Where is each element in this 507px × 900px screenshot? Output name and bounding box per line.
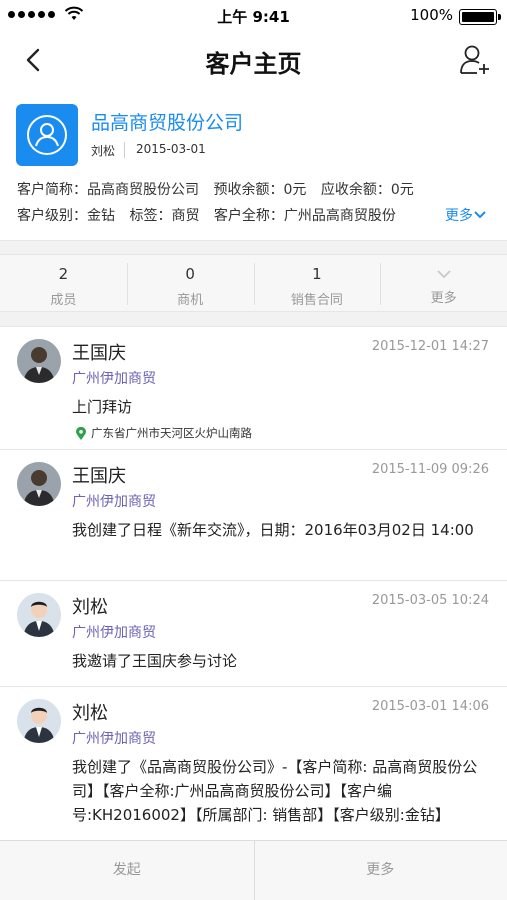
stat-label: 更多: [430, 291, 457, 306]
activity-feed: 王国庆 2015-12-01 14:27 广州伊加商贸 上门拜访 广东省广州市天…: [0, 326, 507, 840]
stat-value: 0: [185, 265, 195, 283]
chevron-down-icon: [436, 270, 451, 279]
back-icon[interactable]: [18, 44, 50, 76]
customer-owner: 刘松: [91, 144, 116, 158]
start-button[interactable]: 发起: [0, 841, 254, 900]
customer-header: 品高商贸股份公司 刘松 2015-03-01 客户简称：品高商贸股份公司 预收余…: [0, 88, 507, 240]
feed-time: 2015-03-01 14:06: [371, 699, 489, 714]
avatar[interactable]: [17, 593, 61, 637]
feed-company[interactable]: 广州伊加商贸: [72, 368, 156, 388]
feed-author: 刘松: [72, 597, 108, 618]
battery-icon: [459, 9, 501, 25]
location-text: 广东省广州市天河区火炉山南路: [91, 426, 252, 440]
customer-tag: 标签：商贸: [129, 208, 200, 224]
feed-content: 我创建了日程《新年交流》，日期：2016年03月02日 14:00: [72, 521, 474, 539]
stat-label: 成员: [50, 293, 77, 308]
feed-item[interactable]: 王国庆 2015-11-09 09:26 广州伊加商贸 我创建了日程《新年交流》…: [0, 450, 507, 581]
feed-location[interactable]: 广东省广州市天河区火炉山南路: [76, 425, 252, 441]
divider: [124, 142, 125, 158]
section-gap: [0, 312, 507, 326]
feed-author: 刘松: [72, 703, 108, 724]
feed-content: 上门拜访: [72, 398, 133, 416]
location-pin-icon: [76, 426, 86, 440]
customer-created-date: 2015-03-01: [136, 142, 206, 156]
battery-percent: 100%: [410, 6, 453, 24]
feed-content: 我邀请了王国庆参与讨论: [72, 652, 238, 670]
bottom-toolbar: 发起 更多: [0, 840, 507, 900]
customer-full-name: 客户全称：广州品高商贸股份: [213, 208, 396, 224]
feed-item[interactable]: 王国庆 2015-12-01 14:27 广州伊加商贸 上门拜访 广东省广州市天…: [0, 327, 507, 450]
stat-value: 1: [312, 265, 322, 283]
stat-members[interactable]: 2 成员: [0, 255, 127, 311]
avatar[interactable]: [17, 462, 61, 506]
feed-author: 王国庆: [72, 466, 126, 487]
customer-name[interactable]: 品高商贸股份公司: [91, 108, 243, 135]
page-title: 客户主页: [205, 50, 302, 78]
feed-time: 2015-11-09 09:26: [371, 462, 489, 477]
stats-bar: 2 成员 0 商机 1 销售合同 更多: [0, 254, 507, 312]
feed-company[interactable]: 广州伊加商贸: [72, 622, 156, 642]
add-user-icon[interactable]: [457, 42, 493, 78]
feed-time: 2015-12-01 14:27: [371, 339, 489, 354]
feed-item[interactable]: 刘松 2015-03-01 14:06 广州伊加商贸 我创建了《品高商贸股份公司…: [0, 687, 507, 840]
customer-logo: [16, 104, 78, 166]
customer-info-row-1: 客户简称：品高商贸股份公司 预收余额：0元 应收余额：0元: [17, 179, 424, 199]
user-icon: [27, 115, 67, 155]
feed-company[interactable]: 广州伊加商贸: [72, 491, 156, 511]
feed-content: 我创建了《品高商贸股份公司》-【客户简称: 品高商贸股份公司】【客户全称:广州品…: [72, 758, 478, 824]
avatar[interactable]: [17, 339, 61, 383]
avatar[interactable]: [17, 699, 61, 743]
customer-info-row-2: 客户级别：金钻 标签：商贸 客户全称：广州品高商贸股份: [17, 205, 441, 225]
nav-bar: 客户主页: [0, 32, 507, 88]
status-bar: 上午 9:41 100%: [0, 0, 507, 32]
chevron-down-icon: [474, 211, 486, 219]
stat-label: 销售合同: [290, 293, 343, 308]
customer-level: 客户级别：金钻: [17, 208, 115, 224]
short-name: 客户简称：品高商贸股份公司: [17, 182, 199, 198]
feed-author: 王国庆: [72, 343, 126, 364]
stat-value: 2: [58, 265, 69, 283]
prepaid-balance: 预收余额：0元: [213, 182, 307, 198]
stat-more[interactable]: 更多: [380, 255, 507, 311]
more-info-label: 更多: [445, 208, 473, 224]
feed-item[interactable]: 刘松 2015-03-05 10:24 广州伊加商贸 我邀请了王国庆参与讨论: [0, 581, 507, 687]
feed-time: 2015-03-05 10:24: [371, 593, 489, 608]
stat-contracts[interactable]: 1 销售合同: [253, 255, 381, 311]
receivable-balance: 应收余额：0元: [320, 182, 414, 198]
feed-company[interactable]: 广州伊加商贸: [72, 728, 156, 748]
stat-label: 商机: [177, 293, 204, 308]
stat-opportunities[interactable]: 0 商机: [126, 255, 254, 311]
section-gap: [0, 240, 507, 254]
more-info-button[interactable]: 更多: [445, 205, 487, 225]
more-button[interactable]: 更多: [253, 841, 507, 900]
